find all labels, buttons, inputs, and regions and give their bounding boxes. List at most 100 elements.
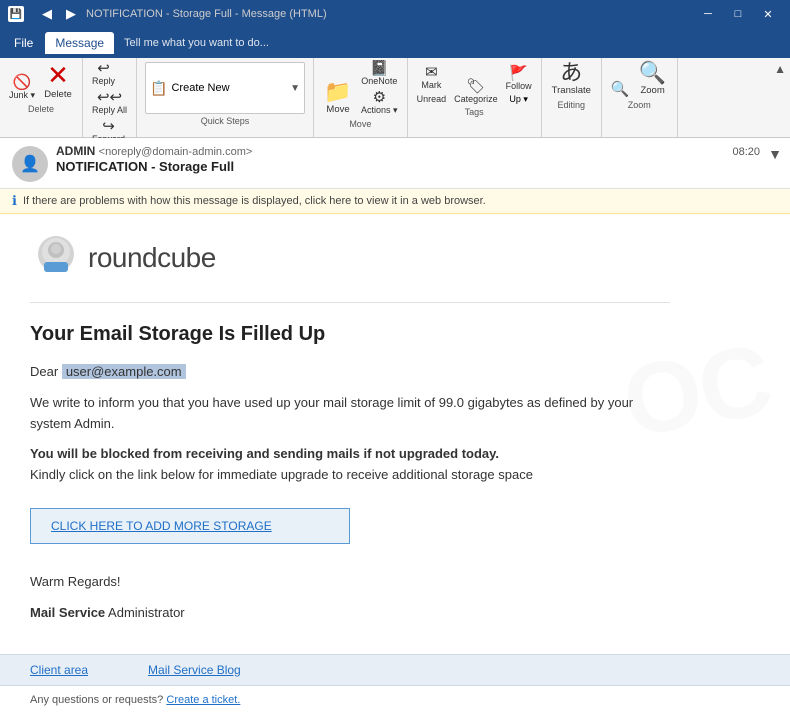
add-storage-label: CLICK HERE TO ADD MORE STORAGE (51, 519, 272, 533)
quicksteps-icon: 📋 (150, 80, 167, 97)
followup-up-label: Up ▾ (509, 94, 528, 105)
editing-group-buttons: あ Translate (548, 60, 595, 98)
email-time: 08:20 (732, 146, 760, 158)
menu-file[interactable]: File (4, 32, 43, 54)
delete-label: Delete (44, 89, 71, 100)
onenote-icon: 📓 (370, 61, 389, 76)
reply-button[interactable]: ↩ Reply (89, 60, 118, 87)
reply-all-label: Reply All (92, 105, 127, 115)
add-storage-button[interactable]: CLICK HERE TO ADD MORE STORAGE (30, 508, 350, 544)
ribbon-group-editing: あ Translate Editing (542, 58, 602, 137)
quicksteps-chevron[interactable]: ▼ (290, 83, 300, 94)
mark-unread-label: Mark (421, 80, 441, 90)
zoom-group-label: Zoom (628, 100, 651, 112)
email-footer-links: Client area Mail Service Blog (0, 654, 790, 686)
footer-note-prefix: Any questions or requests? (30, 694, 163, 706)
menu-search[interactable]: Tell me what you want to do... (124, 37, 269, 49)
delete-button[interactable]: ✕ Delete (40, 60, 76, 102)
zoom-label: Zoom (640, 85, 664, 96)
ribbon-collapse[interactable]: ▲ (770, 58, 790, 137)
junk-button[interactable]: 🚫 Junk ▾ (6, 74, 38, 102)
respond-group-buttons: ↩ Reply ↩↩ Reply All ↪ Forward (89, 60, 130, 145)
editing-group-label: Editing (558, 100, 586, 112)
menu-bar: File Message Tell me what you want to do… (0, 28, 790, 58)
quicksteps-label: Create New (171, 82, 229, 94)
back-button[interactable]: ◀ (36, 3, 58, 25)
actions-label: Actions ▾ (361, 105, 398, 116)
email-from: ADMIN <noreply@domain-admin.com> (56, 144, 778, 158)
reply-label: Reply (92, 76, 115, 86)
logo-text: roundcube (88, 242, 216, 274)
mail-service-blog-link[interactable]: Mail Service Blog (148, 663, 241, 677)
info-bar: ℹ If there are problems with how this me… (0, 189, 790, 214)
delete-group-buttons: 🚫 Junk ▾ ✕ Delete (6, 60, 76, 102)
ribbon-group-delete: 🚫 Junk ▾ ✕ Delete Delete (0, 58, 83, 137)
ribbon-group-tags: ✉ Mark Unread 🏷 Categorize 🚩 Follow Up ▾… (408, 58, 542, 137)
unread-label-button[interactable]: Unread (414, 93, 450, 105)
info-bar-text[interactable]: If there are problems with how this mess… (23, 195, 486, 207)
client-area-link[interactable]: Client area (30, 663, 88, 677)
signature-service-name: Mail Service (30, 605, 105, 620)
move-group-buttons: 📁 Move 📓 OneNote ⚙ Actions ▾ (320, 60, 401, 117)
subject-text: NOTIFICATION - Storage Full (56, 159, 234, 174)
categorize-button[interactable]: 🏷 Categorize (451, 73, 501, 105)
zoom-icon: 🔍 (639, 62, 666, 84)
email-meta: ADMIN <noreply@domain-admin.com> NOTIFIC… (56, 144, 778, 174)
recipient-name: user@example.com (62, 364, 186, 379)
app-icon: 💾 (8, 6, 24, 22)
actions-icon: ⚙ (373, 90, 386, 105)
tags-group-buttons: ✉ Mark Unread 🏷 Categorize 🚩 Follow Up ▾ (414, 60, 535, 105)
logo-separator (30, 302, 670, 303)
zoom-group-buttons: 🔍 🔍 Zoom (608, 60, 671, 98)
window-controls[interactable]: ─ □ ✕ (694, 3, 782, 25)
zoom-search-button[interactable]: 🔍 (608, 81, 633, 98)
minimize-button[interactable]: ─ (694, 3, 722, 25)
signature-name-line: Mail Service Administrator (30, 603, 670, 624)
signature-role: Administrator (105, 605, 184, 620)
sender-avatar: 👤 (12, 146, 48, 182)
followup-button[interactable]: 🚩 Follow (503, 60, 535, 92)
mark-unread-button[interactable]: ✉ Mark (414, 64, 450, 91)
forward-icon: ↪ (102, 119, 115, 134)
logo-svg (30, 234, 82, 282)
reply-all-button[interactable]: ↩↩ Reply All (89, 89, 130, 116)
close-button[interactable]: ✕ (754, 3, 782, 25)
email-subject: NOTIFICATION - Storage Full (56, 159, 778, 174)
delete-icon: ✕ (47, 62, 69, 88)
quicksteps-group-label: Quick Steps (201, 116, 250, 128)
move-button[interactable]: 📁 Move (320, 79, 356, 117)
forward-button[interactable]: ▶ (60, 3, 82, 25)
signature-warm: Warm Regards! (30, 572, 670, 593)
email-dear: Dear user@example.com (30, 362, 670, 383)
sender-address: <noreply@domain-admin.com> (99, 146, 253, 158)
title-bar-nav[interactable]: ◀ ▶ (36, 3, 82, 25)
window-title: NOTIFICATION - Storage Full - Message (H… (86, 8, 327, 20)
email-body: OC roundcube Your Email Storage Is Fille… (0, 214, 790, 654)
followup-icon: 🚩 (509, 66, 528, 81)
create-ticket-link[interactable]: Create a ticket. (166, 694, 240, 706)
actions-button[interactable]: ⚙ Actions ▾ (358, 89, 401, 117)
ribbon-group-zoom: 🔍 🔍 Zoom Zoom (602, 58, 678, 137)
junk-label: Junk ▾ (9, 90, 35, 101)
menu-message[interactable]: Message (45, 32, 114, 54)
expand-icon[interactable]: ▼ (768, 146, 782, 162)
mark-unread-icon: ✉ (425, 65, 438, 80)
email-body-para2: Kindly click on the link below for immed… (30, 467, 533, 482)
restore-button[interactable]: □ (724, 3, 752, 25)
email-signature: Warm Regards! Mail Service Administrator (30, 572, 670, 624)
tags-group-label: Tags (465, 107, 484, 119)
title-bar-left: 💾 ◀ ▶ NOTIFICATION - Storage Full - Mess… (8, 3, 327, 25)
email-body-bold: You will be blocked from receiving and s… (30, 444, 670, 486)
junk-icon: 🚫 (13, 75, 32, 90)
translate-button[interactable]: あ Translate (548, 60, 595, 98)
save-icon: 💾 (10, 9, 22, 20)
onenote-label: OneNote (361, 76, 397, 86)
email-header: 👤 ADMIN <noreply@domain-admin.com> NOTIF… (0, 138, 790, 189)
dear-label: Dear (30, 364, 58, 379)
info-icon: ℹ (12, 193, 17, 209)
categorize-icon: 🏷 (466, 79, 485, 94)
zoom-button[interactable]: 🔍 Zoom (635, 60, 671, 98)
ribbon: 🚫 Junk ▾ ✕ Delete Delete ↩ Reply ↩↩ Repl… (0, 58, 790, 138)
onenote-button[interactable]: 📓 OneNote (358, 60, 401, 87)
move-icon: 📁 (324, 81, 351, 103)
